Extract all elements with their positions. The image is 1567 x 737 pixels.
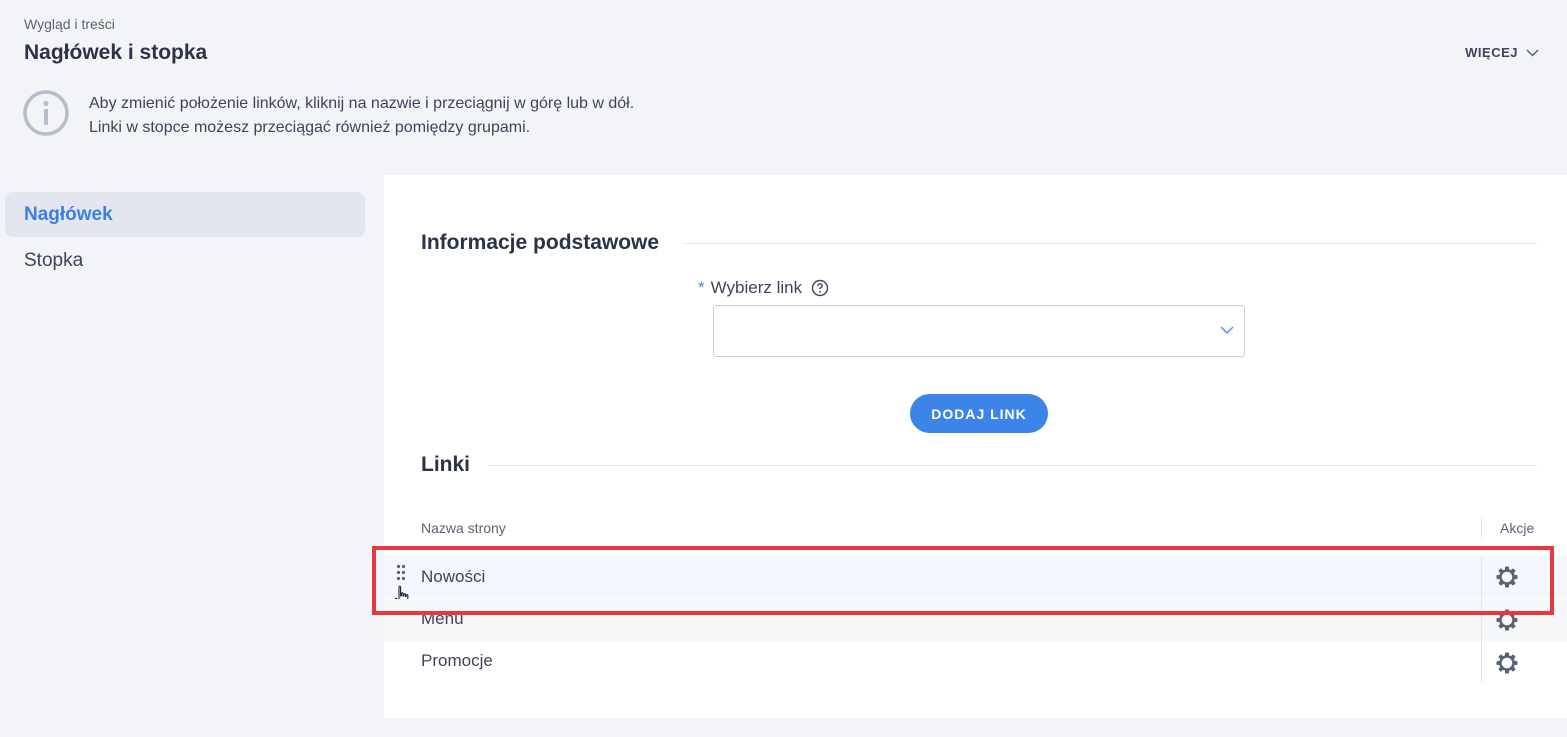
link-select[interactable] [713, 305, 1245, 357]
column-divider [1481, 517, 1482, 539]
section-title-basic: Informacje podstawowe [421, 231, 660, 254]
info-line-1: Aby zmienić położenie linków, kliknij na… [89, 95, 635, 112]
info-circle-icon [23, 90, 69, 136]
add-link-button[interactable]: DODAJ LINK [910, 394, 1048, 433]
table-row[interactable]: Menu [384, 599, 1567, 641]
row-name: Promocje [421, 651, 493, 670]
column-header-name: Nazwa strony [421, 520, 506, 536]
breadcrumb[interactable]: Wygląd i treści [24, 16, 115, 32]
info-text: Aby zmienić położenie linków, kliknij na… [89, 92, 634, 140]
column-divider [1481, 556, 1482, 682]
sidebar: Nagłówek Stopka [5, 192, 365, 284]
main-panel: Informacje podstawowe * Wybierz link DOD… [384, 175, 1567, 718]
more-label: WIĘCEJ [1465, 45, 1518, 60]
sidebar-item-naglowek[interactable]: Nagłówek [5, 192, 365, 237]
section-divider [683, 243, 1537, 244]
page: Wygląd i treści Nagłówek i stopka WIĘCEJ… [0, 0, 1567, 737]
table-row[interactable]: Nowości [384, 556, 1567, 608]
field-label-text: Wybierz link [710, 278, 803, 297]
page-title: Nagłówek i stopka [24, 41, 208, 64]
row-name: Menu [421, 609, 464, 628]
gear-icon[interactable] [1495, 608, 1519, 632]
chevron-down-icon [1526, 48, 1539, 57]
chevron-down-icon [1220, 326, 1234, 335]
gear-icon[interactable] [1495, 565, 1519, 589]
column-header-actions: Akcje [1500, 520, 1535, 536]
field-label: * Wybierz link [698, 278, 829, 298]
info-line-2: Linki w stopce możesz przeciągać również… [89, 119, 531, 136]
drag-handle-icon[interactable] [396, 564, 406, 584]
required-marker: * [698, 278, 705, 297]
gear-icon[interactable] [1495, 651, 1519, 675]
more-button[interactable]: WIĘCEJ [1465, 45, 1539, 60]
section-title-links: Linki [421, 453, 471, 476]
question-circle-icon[interactable] [811, 279, 829, 297]
sidebar-item-stopka[interactable]: Stopka [5, 238, 365, 283]
table-row[interactable]: Promocje [384, 641, 1567, 683]
row-name: Nowości [421, 567, 486, 586]
info-banner: Aby zmienić położenie linków, kliknij na… [22, 89, 634, 140]
section-divider [489, 465, 1537, 466]
